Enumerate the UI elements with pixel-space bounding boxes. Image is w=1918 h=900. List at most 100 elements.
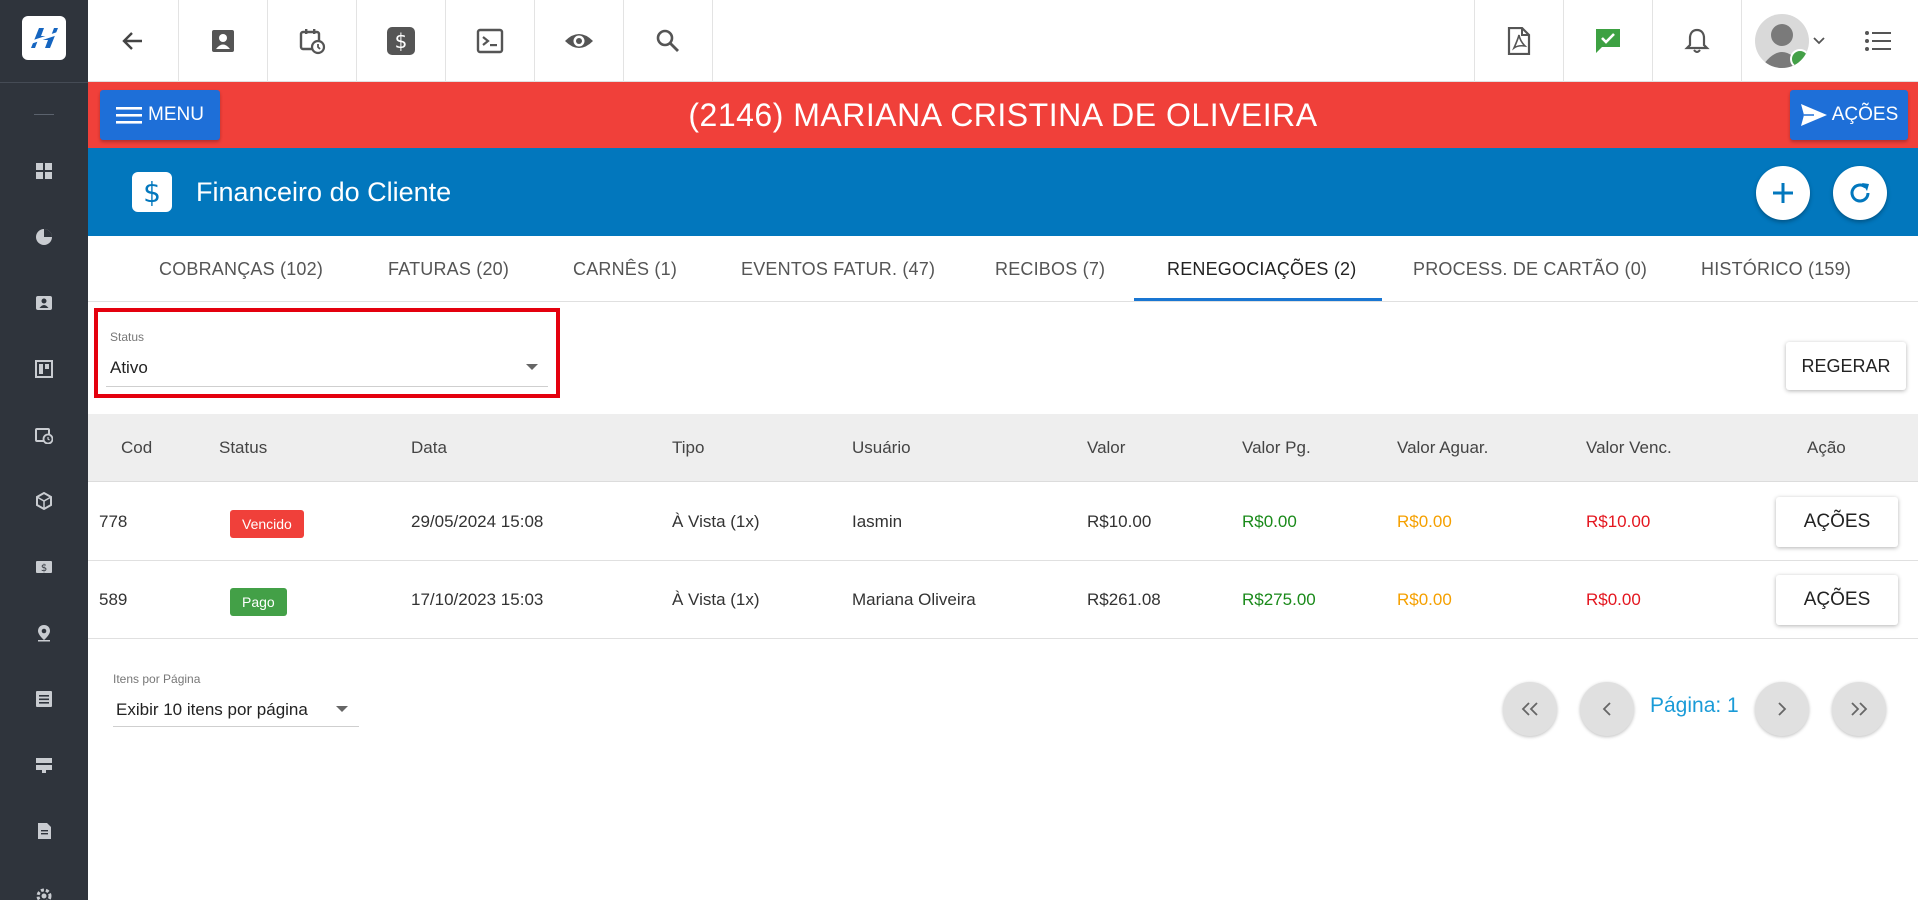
pdf-button[interactable]: [1475, 0, 1563, 82]
view-button[interactable]: [535, 0, 623, 82]
regerar-button[interactable]: REGERAR: [1786, 342, 1906, 390]
sidebar-item-list[interactable]: [28, 683, 60, 715]
sidebar-item-dashboard[interactable]: [28, 155, 60, 187]
list-menu-icon: [1865, 31, 1891, 51]
add-button[interactable]: [1756, 166, 1810, 220]
tab-cobrancas[interactable]: COBRANÇAS (102): [159, 236, 323, 302]
cell-valor-aguar: R$0.00: [1397, 512, 1452, 531]
next-page-button[interactable]: [1755, 682, 1809, 736]
tab-process-cartao[interactable]: PROCESS. DE CARTÃO (0): [1413, 236, 1647, 302]
server-icon: [36, 758, 52, 773]
cell-valor: R$10.00: [1087, 512, 1152, 531]
tab-renegociacoes[interactable]: RENEGOCIAÇÕES (2): [1167, 236, 1356, 302]
row-actions-button[interactable]: AÇÕES: [1776, 497, 1898, 547]
logo[interactable]: [22, 16, 66, 60]
tab-historico[interactable]: HISTÓRICO (159): [1701, 236, 1851, 302]
column-header: Valor Pg.: [1242, 438, 1311, 457]
dropdown-arrow-icon: [336, 706, 348, 712]
sidebar-item-settings[interactable]: [28, 880, 60, 900]
items-per-page-select[interactable]: Exibir 10 itens por página: [116, 700, 308, 720]
online-status-dot: [1790, 49, 1809, 68]
sidebar-item-board[interactable]: [28, 353, 60, 385]
sidebar-item-map[interactable]: [28, 617, 60, 649]
items-per-page-label: Itens por Página: [113, 672, 201, 686]
finance-button[interactable]: $: [357, 0, 445, 82]
avatar: [1755, 14, 1809, 68]
sidebar-item-servers[interactable]: [28, 749, 60, 781]
refresh-button[interactable]: [1833, 166, 1887, 220]
messages-button[interactable]: [1564, 0, 1652, 82]
client-banner: (2146) MARIANA CRISTINA DE OLIVEIRA MENU…: [88, 82, 1918, 148]
list-icon: [36, 691, 52, 707]
contact-card-icon: [36, 296, 52, 310]
tab-carnes[interactable]: CARNÊS (1): [573, 236, 677, 302]
cell-usuario: Mariana Oliveira: [852, 590, 976, 609]
cell-usuario: Iasmin: [852, 512, 903, 531]
sidebar-item-documents[interactable]: [28, 815, 60, 847]
back-button[interactable]: [88, 0, 178, 82]
column-header: Ação: [1807, 438, 1846, 457]
search-button[interactable]: [624, 0, 712, 82]
user-menu-button[interactable]: [1742, 0, 1838, 82]
client-title: (2146) MARIANA CRISTINA DE OLIVEIRA: [688, 97, 1318, 133]
tab-eventos-fatur[interactable]: EVENTOS FATUR. (47): [741, 236, 935, 302]
chevron-right-icon: [1778, 702, 1787, 716]
active-tab-indicator: [1134, 298, 1382, 301]
chevron-down-icon: [1813, 37, 1825, 45]
column-header: Cod: [121, 438, 153, 457]
double-chevron-left-icon: [1521, 702, 1538, 716]
actions-button-label: AÇÕES: [1831, 104, 1899, 125]
dropdown-arrow-icon: [526, 364, 538, 370]
hamburger-icon: [116, 107, 143, 124]
cell-valor-aguar: R$0.00: [1397, 590, 1452, 609]
cell-valor-venc: R$10.00: [1586, 512, 1651, 531]
terminal-icon: [476, 28, 504, 54]
svg-text:$: $: [143, 176, 161, 208]
sidebar-item-products[interactable]: [28, 485, 60, 517]
status-filter[interactable]: Status Ativo: [94, 308, 560, 398]
table-header: Cod Status Data Tipo Usuário Valor Valor…: [88, 414, 1918, 482]
page-indicator: Página: 1: [1650, 694, 1739, 717]
actions-button[interactable]: AÇÕES: [1790, 90, 1908, 140]
options-list-button[interactable]: [1838, 0, 1918, 82]
row-actions-button[interactable]: AÇÕES: [1776, 575, 1898, 625]
table-row: 589 Pago 17/10/2023 15:03 À Vista (1x) M…: [88, 561, 1918, 639]
items-per-page-underline: [113, 726, 359, 727]
sidebar-item-schedule[interactable]: [28, 419, 60, 451]
chevron-left-icon: [1602, 702, 1611, 716]
status-filter-value: Ativo: [110, 358, 148, 377]
sidebar-item-clients[interactable]: [28, 287, 60, 319]
dashboard-icon: [36, 163, 52, 179]
cell-cod: 589: [99, 590, 128, 609]
previous-page-button[interactable]: [1580, 682, 1634, 736]
sidebar-item-finance[interactable]: $: [28, 551, 60, 583]
dollar-icon: $: [387, 27, 415, 55]
sidebar-divider: [0, 82, 88, 83]
tab-recibos[interactable]: RECIBOS (7): [995, 236, 1105, 302]
plus-icon: [1773, 183, 1793, 203]
notifications-button[interactable]: [1653, 0, 1741, 82]
bell-icon: [1684, 28, 1710, 53]
terminal-button[interactable]: [446, 0, 534, 82]
cell-valor: R$261.08: [1087, 590, 1161, 609]
tab-faturas[interactable]: FATURAS (20): [388, 236, 509, 302]
check-chat-icon: [1596, 29, 1620, 53]
first-page-button[interactable]: [1503, 682, 1557, 736]
svg-text:$: $: [41, 563, 47, 574]
send-icon: [1800, 104, 1827, 126]
chart-pie-icon: [36, 229, 52, 245]
section-title: Financeiro do Cliente: [196, 177, 452, 207]
toolbar-separator: [712, 0, 713, 82]
cell-data: 29/05/2024 15:08: [411, 512, 544, 531]
pdf-icon: [1507, 27, 1531, 55]
client-card-button[interactable]: [179, 0, 267, 82]
cell-valor-pg: R$0.00: [1242, 512, 1297, 531]
schedule-button[interactable]: [268, 0, 356, 82]
cell-tipo: À Vista (1x): [672, 590, 760, 609]
cell-cod: 778: [99, 512, 128, 531]
sidebar-item-reports[interactable]: [28, 221, 60, 253]
menu-button[interactable]: MENU: [100, 90, 220, 140]
column-header: Tipo: [672, 438, 705, 457]
menu-button-label: MENU: [148, 104, 204, 125]
last-page-button[interactable]: [1832, 682, 1886, 736]
